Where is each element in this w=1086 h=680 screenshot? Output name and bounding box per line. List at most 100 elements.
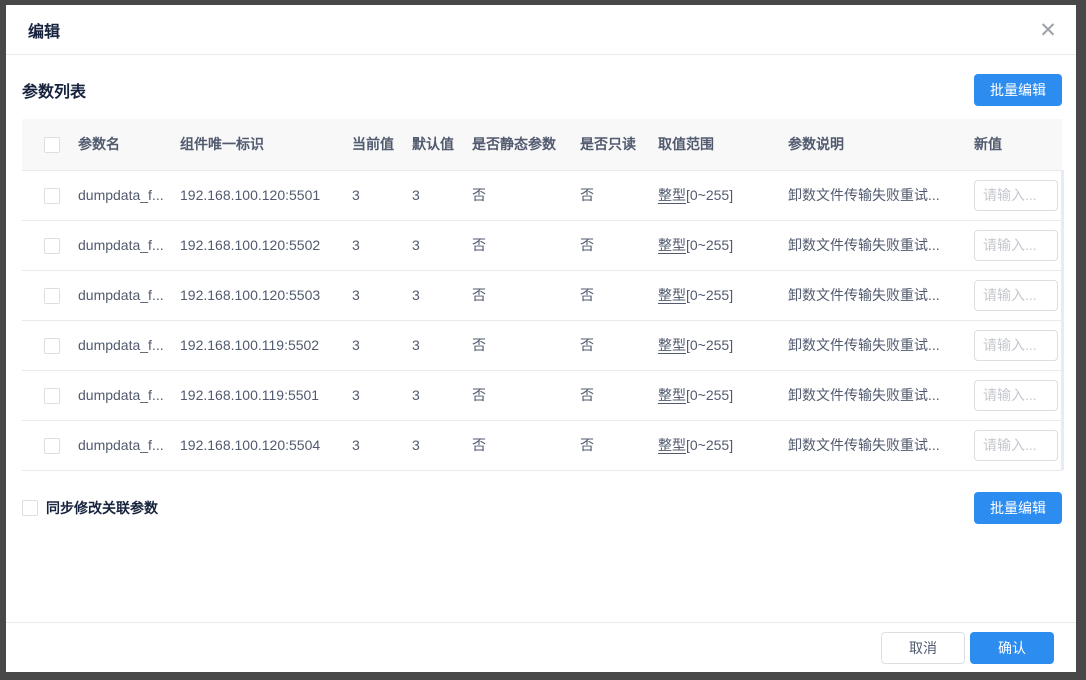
param-name: dumpdata_f... [78,370,180,421]
default-value: 3 [412,270,472,321]
component-id: 192.168.100.120:5501 [180,170,352,221]
current-value: 3 [352,170,412,221]
is-readonly: 否 [580,170,658,221]
param-name: dumpdata_f... [78,220,180,271]
col-header-is-static: 是否静态参数 [472,119,580,171]
is-readonly: 否 [580,420,658,471]
current-value: 3 [352,370,412,421]
default-value: 3 [412,370,472,421]
close-icon[interactable]: ✕ [1036,18,1060,42]
select-all-checkbox[interactable] [44,136,60,153]
current-value: 3 [352,420,412,471]
component-id: 192.168.100.119:5502 [180,320,352,371]
new-value-input[interactable] [974,329,1058,361]
new-value-input[interactable] [974,429,1058,461]
table-row: dumpdata_f... 192.168.100.119:5502 3 3 否… [22,320,1062,371]
table-row: dumpdata_f... 192.168.100.120:5501 3 3 否… [22,170,1062,221]
new-value-input[interactable] [974,179,1058,211]
param-description: 卸数文件传输失败重试... [788,220,968,271]
param-description: 卸数文件传输失败重试... [788,320,968,371]
is-static: 否 [472,220,580,271]
is-readonly: 否 [580,370,658,421]
parameter-table: 参数名 组件唯一标识 当前值 默认值 是否静态参数 是否只读 取值范围 参数说明… [22,119,1064,471]
range-tooltip-term[interactable]: 整型 [658,287,686,303]
param-name: dumpdata_f... [78,320,180,371]
param-description: 卸数文件传输失败重试... [788,370,968,421]
param-description: 卸数文件传输失败重试... [788,420,968,471]
row-checkbox[interactable] [44,437,60,454]
new-value-input[interactable] [974,379,1058,411]
range-rest: [0~255] [686,337,734,353]
table-row: dumpdata_f... 192.168.100.120:5503 3 3 否… [22,270,1062,321]
sync-label: 同步修改关联参数 [46,499,158,516]
component-id: 192.168.100.120:5503 [180,270,352,321]
col-header-default-value: 默认值 [412,119,472,171]
value-range: 整型[0~255] [658,420,788,471]
is-static: 否 [472,420,580,471]
edit-dialog: 编辑 ✕ 参数列表 批量编辑 参数名 组件唯一标识 当前值 默认值 是否静态参数… [6,5,1076,672]
dialog-title: 编辑 [28,23,61,41]
col-header-description: 参数说明 [788,119,968,171]
param-name: dumpdata_f... [78,170,180,221]
sync-section: 同步修改关联参数 批量编辑 [22,491,1062,524]
current-value: 3 [352,320,412,371]
row-checkbox[interactable] [44,337,60,354]
sync-checkbox[interactable] [22,499,38,516]
row-checkbox[interactable] [44,237,60,254]
value-range: 整型[0~255] [658,320,788,371]
range-tooltip-term[interactable]: 整型 [658,337,686,353]
table-scrollbar[interactable] [1061,170,1064,470]
new-value-input[interactable] [974,229,1058,261]
range-tooltip-term[interactable]: 整型 [658,437,686,453]
default-value: 3 [412,170,472,221]
range-rest: [0~255] [686,287,734,303]
new-value-input[interactable] [974,279,1058,311]
range-tooltip-term[interactable]: 整型 [658,387,686,403]
batch-edit-button-top[interactable]: 批量编辑 [974,74,1062,106]
current-value: 3 [352,220,412,271]
range-tooltip-term[interactable]: 整型 [658,237,686,253]
default-value: 3 [412,420,472,471]
component-id: 192.168.100.120:5504 [180,420,352,471]
is-readonly: 否 [580,220,658,271]
col-header-param-name: 参数名 [78,119,180,171]
batch-edit-button-bottom[interactable]: 批量编辑 [974,491,1062,524]
section-header: 参数列表 批量编辑 [22,74,1062,106]
dialog-footer: 取消 确认 [6,622,1076,672]
confirm-button[interactable]: 确认 [970,631,1054,664]
param-description: 卸数文件传输失败重试... [788,270,968,321]
is-static: 否 [472,370,580,421]
is-static: 否 [472,320,580,371]
table-row: dumpdata_f... 192.168.100.120:5504 3 3 否… [22,420,1062,471]
is-readonly: 否 [580,270,658,321]
default-value: 3 [412,320,472,371]
col-header-component-id: 组件唯一标识 [180,119,352,171]
table-row: dumpdata_f... 192.168.100.119:5501 3 3 否… [22,370,1062,421]
is-readonly: 否 [580,320,658,371]
value-range: 整型[0~255] [658,170,788,221]
table-header-row: 参数名 组件唯一标识 当前值 默认值 是否静态参数 是否只读 取值范围 参数说明… [22,119,1062,171]
component-id: 192.168.100.120:5502 [180,220,352,271]
row-checkbox[interactable] [44,387,60,404]
row-checkbox[interactable] [44,187,60,204]
param-description: 卸数文件传输失败重试... [788,170,968,221]
value-range: 整型[0~255] [658,370,788,421]
is-static: 否 [472,270,580,321]
component-id: 192.168.100.119:5501 [180,370,352,421]
range-rest: [0~255] [686,387,734,403]
table-row: dumpdata_f... 192.168.100.120:5502 3 3 否… [22,220,1062,271]
value-range: 整型[0~255] [658,220,788,271]
cancel-button[interactable]: 取消 [881,631,965,664]
col-header-current-value: 当前值 [352,119,412,171]
dialog-body: 参数列表 批量编辑 参数名 组件唯一标识 当前值 默认值 是否静态参数 是否只读… [6,74,1076,524]
range-tooltip-term[interactable]: 整型 [658,187,686,203]
current-value: 3 [352,270,412,321]
range-rest: [0~255] [686,187,734,203]
col-header-new-value: 新值 [968,119,1062,171]
is-static: 否 [472,170,580,221]
row-checkbox[interactable] [44,287,60,304]
section-title: 参数列表 [22,84,87,101]
col-header-value-range: 取值范围 [658,119,788,171]
range-rest: [0~255] [686,237,734,253]
col-header-is-readonly: 是否只读 [580,119,658,171]
